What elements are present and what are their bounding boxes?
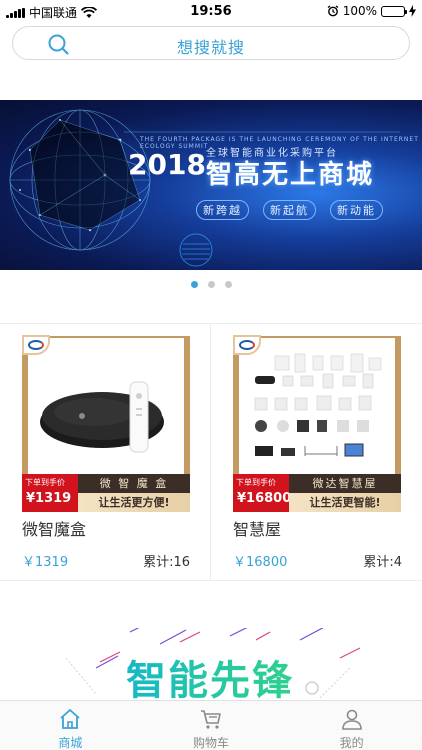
tab-mall[interactable]: 商城: [0, 701, 141, 750]
status-right: 100%: [327, 4, 416, 18]
charging-icon: [409, 5, 416, 17]
promo-price: ¥16800: [237, 491, 292, 506]
battery-percent: 100%: [342, 4, 377, 18]
product-price: ￥1319: [22, 555, 69, 570]
smart-home-devices-image: [254, 353, 382, 457]
search-input[interactable]: 想搜就搜: [13, 34, 409, 58]
tab-label: 商城: [58, 736, 83, 750]
product-card[interactable]: 下单到手价 ¥16800 微达智慧屋 让生活更智能! 智慧屋 ￥16800 累计…: [211, 324, 422, 580]
product-grid: 下单到手价 ¥1319 微 智 魔 盒 让生活更方便! 微智魔盒 ￥1319 累…: [0, 323, 422, 581]
promo-price: ¥1319: [26, 491, 72, 506]
tab-profile[interactable]: 我的: [281, 701, 422, 750]
user-icon: [341, 709, 362, 730]
product-card[interactable]: 下单到手价 ¥1319 微 智 魔 盒 让生活更方便! 微智魔盒 ￥1319 累…: [0, 324, 211, 580]
alarm-icon: [327, 5, 339, 17]
product-image: 下单到手价 ¥16800 微达智慧屋 让生活更智能!: [233, 335, 401, 512]
carousel-dots[interactable]: [0, 281, 422, 288]
promo-price-tag: 下单到手价 ¥16800: [233, 474, 292, 512]
tab-label: 购物车: [193, 736, 230, 750]
cart-icon: [201, 710, 221, 729]
product-name[interactable]: 微智魔盒: [22, 516, 86, 540]
promo-title: 微 智 魔 盒: [78, 474, 190, 493]
status-bar: 中国联通 19:56 100%: [0, 0, 422, 24]
product-name[interactable]: 智慧屋: [233, 516, 281, 540]
hero-banner[interactable]: THE FOURTH PACKAGE IS THE LAUNCHING CERE…: [0, 100, 422, 270]
search-bar[interactable]: 想搜就搜: [12, 26, 410, 60]
pioneer-title: 智能先锋: [126, 648, 294, 700]
product-sold-count: 累计:4: [363, 555, 402, 570]
promo-title: 微达智慧屋: [289, 474, 401, 493]
bottom-tab-bar: 商城 购物车 我的: [0, 700, 422, 750]
product-image: 下单到手价 ¥1319 微 智 魔 盒 让生活更方便!: [22, 335, 190, 512]
promo-label: 下单到手价: [25, 478, 65, 487]
battery-icon: [381, 5, 407, 17]
smart-pioneer-banner[interactable]: 智能先锋: [0, 628, 422, 700]
promo-banner: 下单到手价 ¥16800 微达智慧屋 让生活更智能!: [233, 474, 401, 512]
promo-price-tag: 下单到手价 ¥1319: [22, 474, 78, 512]
carousel-dot-1[interactable]: [190, 281, 198, 288]
carousel-dot-3[interactable]: [224, 281, 232, 288]
banner-tag: 新动能: [330, 200, 383, 220]
promo-slogan: 让生活更智能!: [289, 493, 401, 512]
promo-banner: 下单到手价 ¥1319 微 智 魔 盒 让生活更方便!: [22, 474, 190, 512]
promo-slogan: 让生活更方便!: [78, 493, 190, 512]
banner-year: 2018: [128, 148, 206, 181]
product-sold-count: 累计:16: [143, 555, 190, 570]
banner-title: 智高无上商城: [206, 160, 375, 190]
banner-tag: 新跨越: [196, 200, 249, 220]
tab-label: 我的: [339, 736, 364, 750]
promo-label: 下单到手价: [236, 478, 276, 487]
tab-cart[interactable]: 购物车: [141, 701, 282, 750]
carousel-dot-2[interactable]: [207, 281, 215, 288]
banner-tag: 新起航: [263, 200, 316, 220]
home-icon: [60, 709, 80, 729]
tv-box-image: [40, 381, 164, 453]
product-price: ￥16800: [233, 555, 288, 570]
banner-tags: 新跨越 新起航 新动能: [196, 200, 383, 220]
